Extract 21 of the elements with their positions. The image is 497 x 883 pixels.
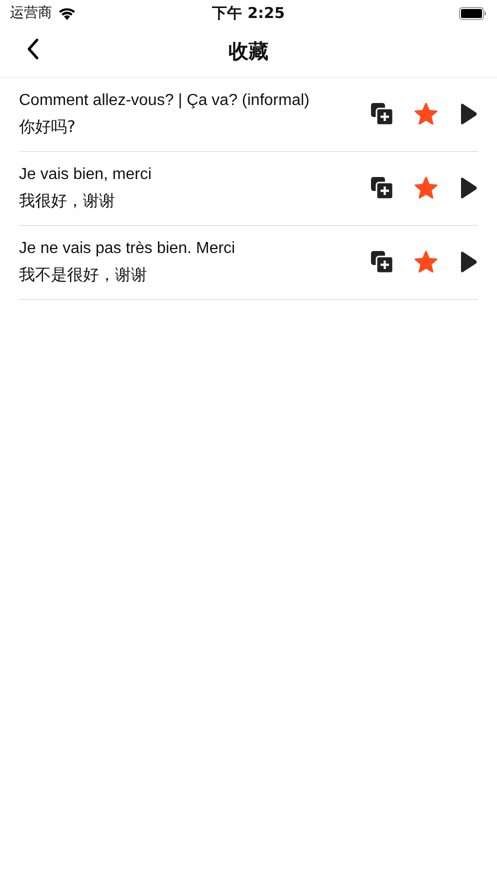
phrase-text: Comment allez-vous? | Ça va? (informal) bbox=[19, 91, 310, 111]
carrier-name: 运营商 bbox=[10, 4, 52, 22]
star-icon[interactable] bbox=[414, 176, 438, 200]
translation-text: 我很好，谢谢 bbox=[19, 190, 116, 212]
play-icon[interactable] bbox=[458, 176, 478, 200]
translation-text: 你好吗? bbox=[19, 116, 76, 138]
copy-add-icon[interactable] bbox=[370, 176, 394, 200]
copy-add-icon[interactable] bbox=[370, 250, 394, 274]
translation-text: 我不是很好，谢谢 bbox=[19, 264, 148, 286]
copy-add-icon[interactable] bbox=[370, 102, 394, 126]
phrase-text: Je vais bien, merci bbox=[19, 165, 152, 185]
wifi-icon bbox=[58, 6, 76, 20]
back-button[interactable] bbox=[26, 38, 40, 60]
star-icon[interactable] bbox=[414, 102, 438, 126]
phrase-text: Je ne vais pas très bien. Merci bbox=[19, 239, 236, 259]
star-icon[interactable] bbox=[414, 250, 438, 274]
status-time: 下午 2:25 bbox=[212, 4, 285, 22]
play-icon[interactable] bbox=[458, 250, 478, 274]
battery-icon bbox=[459, 6, 487, 20]
play-icon[interactable] bbox=[458, 102, 478, 126]
page-title: 收藏 bbox=[228, 38, 268, 65]
